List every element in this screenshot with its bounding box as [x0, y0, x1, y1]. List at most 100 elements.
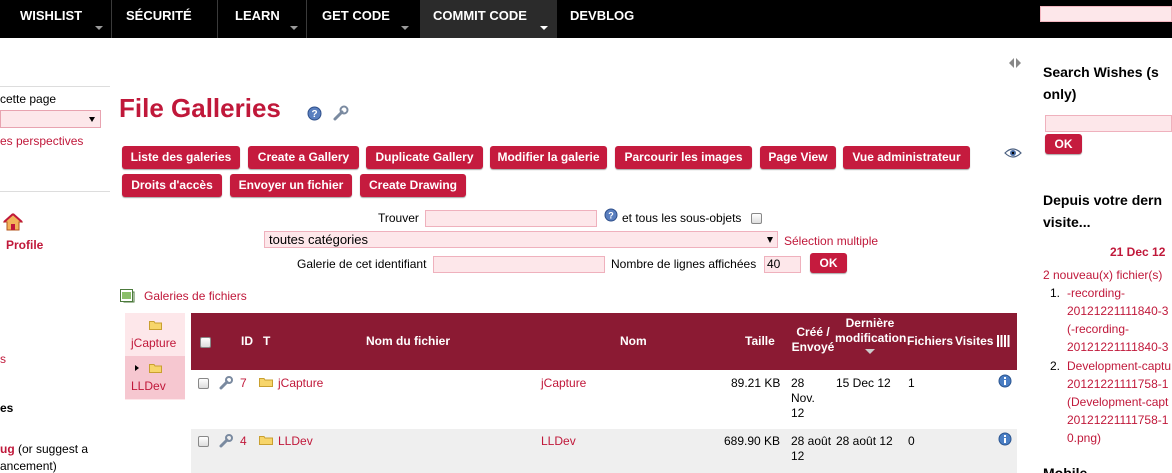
- column-filename[interactable]: Nom du fichier: [366, 334, 450, 349]
- bug-report-text: ug (or suggest a: [0, 442, 89, 456]
- find-input[interactable]: [425, 210, 597, 227]
- search-wishes-ok-button[interactable]: OK: [1045, 134, 1082, 154]
- since-date: 21 Dec 12: [1110, 245, 1166, 259]
- subobjects-label: et tous les sous-objets: [622, 211, 742, 225]
- divider: [0, 86, 110, 87]
- files-table-header: ID T Nom du fichier Nom Taille Créé / En…: [191, 313, 1017, 370]
- row-id[interactable]: 7: [240, 376, 247, 391]
- row-name[interactable]: jCapture: [541, 376, 586, 391]
- column-id[interactable]: ID: [241, 334, 253, 349]
- page-view-button[interactable]: Page View: [760, 146, 836, 169]
- report-bug-link[interactable]: ug: [0, 442, 15, 456]
- find-label: Trouver: [378, 211, 419, 225]
- since-last-visit-title: Depuis votre dern visite...: [1043, 192, 1163, 230]
- recent-file-link[interactable]: -recording- 20121221111840-3 (-recording…: [1067, 284, 1168, 356]
- perspectives-link[interactable]: es perspectives: [0, 134, 83, 148]
- gallery-icon: [120, 289, 135, 303]
- folder-icon: [259, 378, 273, 387]
- upload-file-button[interactable]: Envoyer un fichier: [230, 174, 352, 197]
- row-created: 28 août 12: [791, 434, 832, 463]
- page-label: cette page: [0, 92, 57, 106]
- nav-item-get-code[interactable]: GET CODE: [302, 0, 417, 38]
- profile-link[interactable]: Profile: [6, 238, 43, 252]
- info-icon[interactable]: [998, 374, 1012, 388]
- nav-item-wishlist[interactable]: WISHLIST: [0, 0, 111, 38]
- duplicate-gallery-button[interactable]: Duplicate Gallery: [366, 146, 483, 169]
- edit-gallery-button[interactable]: Modifier la galerie: [490, 146, 607, 169]
- column-files[interactable]: Fichiers: [907, 334, 953, 349]
- right-sidebar: Search Wishes (s only) OK Depuis votre d…: [1017, 38, 1172, 473]
- chevron-right-icon[interactable]: [135, 365, 139, 371]
- admin-view-button[interactable]: Vue administrateur: [843, 146, 970, 169]
- gallery-id-input[interactable]: [433, 256, 605, 273]
- left-sidebar: cette page es perspectives Profile s es …: [0, 38, 110, 473]
- create-drawing-button[interactable]: Create Drawing: [360, 174, 466, 197]
- recent-file-link[interactable]: Development-captu 20121221111758-1 (Deve…: [1067, 357, 1171, 447]
- row-checkbox[interactable]: [198, 436, 209, 447]
- search-wishes-input[interactable]: [1045, 115, 1172, 132]
- new-files-link[interactable]: 2 nouveau(x) fichier(s): [1043, 266, 1162, 284]
- info-icon[interactable]: [998, 432, 1012, 446]
- row-id[interactable]: 4: [240, 434, 247, 449]
- perspective-select[interactable]: [0, 110, 101, 128]
- tree-node-lldev[interactable]: LLDev: [125, 356, 185, 399]
- category-select[interactable]: toutes catégories: [264, 231, 778, 248]
- column-created[interactable]: Créé / Envoyé: [791, 325, 835, 355]
- search-ok-button[interactable]: OK: [810, 253, 847, 273]
- svg-text:?: ?: [311, 109, 317, 120]
- row-files: 0: [908, 434, 915, 448]
- row-size: 89.21 KB: [731, 376, 781, 390]
- chevron-down-icon[interactable]: [290, 26, 298, 30]
- nav-item-learn[interactable]: LEARN: [215, 0, 305, 38]
- list-item-number: 2.: [1050, 359, 1061, 373]
- chevron-down-icon: [89, 117, 95, 122]
- row-filename[interactable]: LLDev: [278, 434, 313, 449]
- row-files: 1: [908, 376, 915, 390]
- tree-node-jcapture[interactable]: jCapture: [125, 313, 185, 356]
- row-name[interactable]: LLDev: [541, 434, 576, 449]
- search-wishes-title: Search Wishes (s only): [1043, 64, 1159, 102]
- column-visits[interactable]: Visites: [955, 334, 993, 349]
- help-icon[interactable]: ?: [604, 208, 618, 222]
- folder-icon: [149, 321, 162, 330]
- row-size: 689.90 KB: [724, 434, 781, 448]
- columns-icon[interactable]: [997, 334, 1011, 348]
- divider: [0, 191, 110, 192]
- row-filename[interactable]: jCapture: [278, 376, 323, 391]
- gallery-id-label: Galerie de cet identifiant: [297, 257, 427, 271]
- wrench-icon[interactable]: [332, 104, 350, 122]
- create-gallery-button[interactable]: Create a Gallery: [248, 146, 359, 169]
- nav-item-securite[interactable]: SÉCURITÉ: [106, 0, 216, 38]
- page-title: File Galleries: [119, 93, 281, 123]
- subobjects-checkbox[interactable]: [751, 213, 762, 224]
- column-type[interactable]: T: [263, 334, 270, 349]
- galleries-link[interactable]: Galeries de fichiers: [144, 289, 247, 303]
- chevron-down-icon[interactable]: [95, 26, 103, 30]
- nav-item-devblog[interactable]: DEVBLOG: [557, 0, 667, 38]
- chevron-down-icon[interactable]: [401, 26, 409, 30]
- home-icon[interactable]: [3, 212, 23, 232]
- list-galleries-button[interactable]: Liste des galeries: [122, 146, 240, 169]
- help-icon[interactable]: ?: [307, 106, 322, 121]
- column-modified[interactable]: Dernière modification: [835, 316, 906, 354]
- gallery-tree: jCapture LLDev: [125, 313, 185, 400]
- nav-item-commit-code[interactable]: COMMIT CODE: [420, 0, 557, 38]
- top-navigation: WISHLIST SÉCURITÉ LEARN GET CODE COMMIT …: [0, 0, 1172, 38]
- browse-images-button[interactable]: Parcourir les images: [615, 146, 752, 169]
- nav-search-input[interactable]: [1040, 6, 1172, 22]
- mobile-title: Mobile: [1043, 465, 1088, 473]
- list-item-number: 1.: [1050, 286, 1061, 300]
- left-link-s[interactable]: s: [0, 352, 6, 366]
- wrench-icon[interactable]: [218, 433, 234, 449]
- access-rights-button[interactable]: Droits d'accès: [122, 174, 222, 197]
- left-heading: es: [0, 401, 14, 415]
- wrench-icon[interactable]: [218, 375, 234, 391]
- select-all-checkbox[interactable]: [200, 337, 211, 348]
- row-checkbox[interactable]: [198, 378, 209, 389]
- column-size[interactable]: Taille: [745, 334, 775, 349]
- rows-count-input[interactable]: 40: [764, 256, 801, 273]
- column-name[interactable]: Nom: [620, 334, 647, 349]
- chevron-down-icon[interactable]: [540, 26, 548, 30]
- folder-icon: [259, 436, 273, 445]
- multiple-selection-link[interactable]: Sélection multiple: [784, 234, 878, 248]
